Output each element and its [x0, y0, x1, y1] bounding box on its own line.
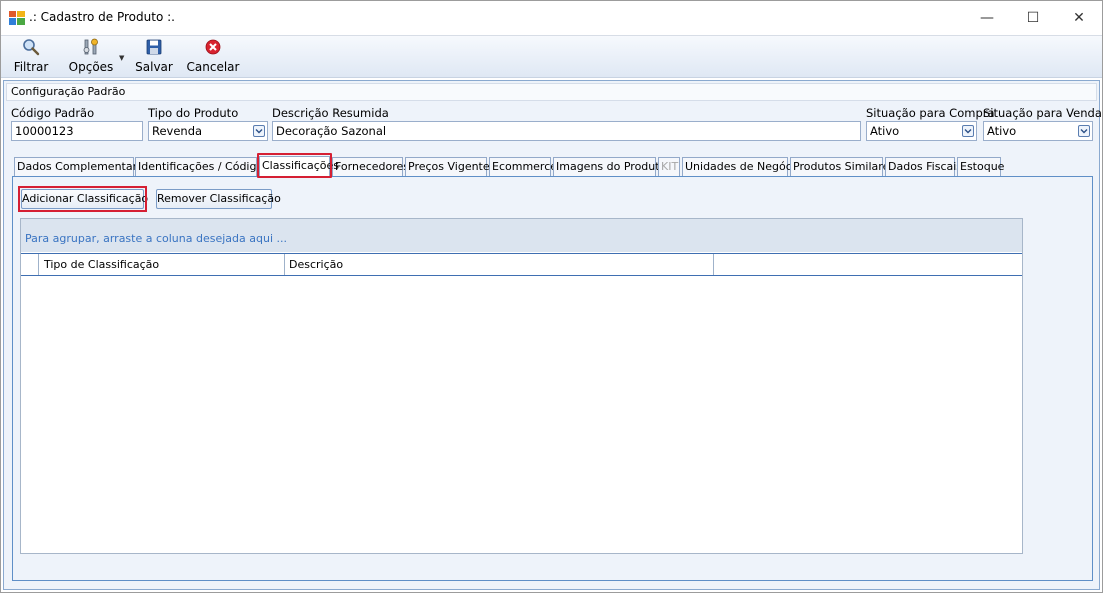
tab-dados-complementares[interactable]: Dados Complementares: [14, 157, 149, 176]
config-header: Configuração Padrão: [6, 83, 1097, 101]
sit-venda-label: Situação para Venda: [983, 106, 1102, 120]
grid-header: Tipo de Classificação Descrição: [21, 253, 1022, 276]
codigo-field[interactable]: 10000123: [11, 121, 143, 141]
tab-classificacoes[interactable]: Classificações: [259, 156, 339, 177]
chevron-down-icon[interactable]: [962, 125, 974, 137]
opcoes-label: Opções: [68, 60, 114, 74]
window-title: .: Cadastro de Produto :.: [29, 10, 175, 24]
tab-kit[interactable]: KIT: [658, 157, 680, 176]
sit-compra-label: Situação para Compra: [866, 106, 995, 120]
cancelar-label: Cancelar: [186, 60, 240, 74]
col-descricao[interactable]: Descrição: [285, 254, 714, 275]
title-bar: .: Cadastro de Produto :. — ☐ ✕: [1, 1, 1102, 35]
opcoes-dropdown-icon[interactable]: ▼: [119, 54, 124, 62]
close-button[interactable]: ✕: [1056, 1, 1102, 35]
chevron-down-icon[interactable]: [1078, 125, 1090, 137]
salvar-label: Salvar: [135, 60, 173, 74]
tab-ecommerce[interactable]: Ecommerce: [489, 157, 557, 176]
sit-venda-value: Ativo: [987, 124, 1017, 138]
floppy-disk-icon: [146, 39, 162, 55]
salvar-button[interactable]: Salvar: [134, 38, 174, 78]
descricao-field[interactable]: Decoração Sazonal: [272, 121, 861, 141]
app-icon: [9, 11, 25, 25]
classificacoes-panel: Adicionar Classificação Remover Classifi…: [12, 176, 1093, 581]
sit-venda-select[interactable]: Ativo: [983, 121, 1093, 141]
classificacoes-grid: Para agrupar, arraste a coluna desejada …: [20, 218, 1023, 554]
group-by-hint: Para agrupar, arraste a coluna desejada …: [25, 232, 287, 245]
opcoes-button[interactable]: Opções: [67, 38, 115, 78]
col-tipo-classificacao[interactable]: Tipo de Classificação: [40, 254, 285, 275]
cancelar-button[interactable]: Cancelar: [184, 38, 242, 78]
maximize-button[interactable]: ☐: [1010, 1, 1056, 35]
minimize-button[interactable]: —: [964, 1, 1010, 35]
tab-unidades-negocio[interactable]: Unidades de Negócio: [682, 157, 802, 176]
toolbar: Filtrar Opções ▼ Salvar Cancelar: [1, 35, 1102, 78]
tipo-select[interactable]: Revenda: [148, 121, 268, 141]
product-window: .: Cadastro de Produto :. — ☐ ✕ Filtrar …: [0, 0, 1103, 593]
tab-produtos-similares[interactable]: Produtos Similares: [790, 157, 895, 176]
tab-imagens-produto[interactable]: Imagens do Produto: [553, 157, 666, 176]
tools-icon: [83, 38, 98, 55]
tab-precos-vigentes[interactable]: Preços Vigentes: [405, 157, 495, 176]
tab-identificacoes-codigos[interactable]: Identificações / Códigos: [135, 157, 269, 176]
descricao-label: Descrição Resumida: [272, 106, 389, 120]
filtrar-label: Filtrar: [13, 60, 49, 74]
sit-compra-select[interactable]: Ativo: [866, 121, 977, 141]
magnifier-icon: [23, 39, 40, 56]
red-x-circle-icon: [205, 39, 221, 55]
tab-fornecedores[interactable]: Fornecedores: [332, 157, 409, 176]
tab-dados-fiscais[interactable]: Dados Fiscais: [885, 157, 962, 176]
tipo-label: Tipo do Produto: [148, 106, 239, 120]
main-panel: Configuração Padrão Código Padrão 100001…: [3, 80, 1102, 590]
remove-classificacao-button[interactable]: Remover Classificação: [156, 189, 281, 209]
add-classificacao-button[interactable]: Adicionar Classificação: [21, 189, 148, 209]
chevron-down-icon[interactable]: [253, 125, 265, 137]
row-indicator-header: [21, 254, 39, 275]
codigo-label: Código Padrão: [11, 106, 95, 120]
col-empty[interactable]: [714, 254, 1021, 275]
sit-compra-value: Ativo: [870, 124, 900, 138]
tab-estoque[interactable]: Estoque: [957, 157, 1004, 176]
filtrar-button[interactable]: Filtrar: [11, 38, 51, 78]
group-by-panel[interactable]: Para agrupar, arraste a coluna desejada …: [21, 219, 1022, 252]
tipo-value: Revenda: [152, 124, 203, 138]
